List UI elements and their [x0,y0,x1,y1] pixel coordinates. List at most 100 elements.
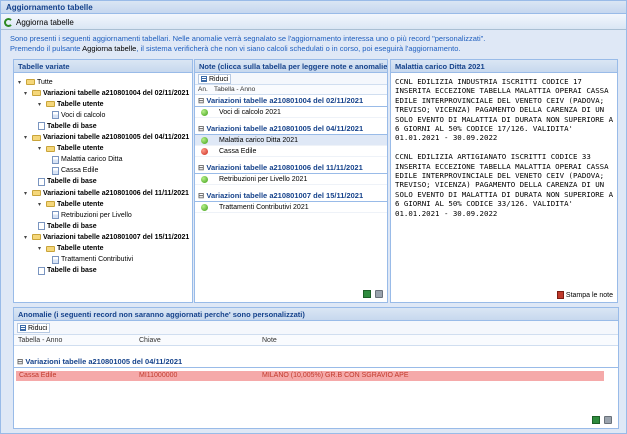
notes-row-label: Trattamenti Contributivi 2021 [219,203,309,211]
expand-toggle-icon[interactable]: ⊟ [17,357,23,366]
tree-node-label: Variazioni tabelle a210801007 del 15/11/… [43,233,190,241]
expand-arrow-icon[interactable]: ▾ [38,245,44,252]
status-ok-icon [201,175,208,183]
notes-group[interactable]: ⊟ Variazioni tabelle a210801004 del 02/1… [195,95,387,107]
expand-arrow-icon[interactable]: ▾ [24,190,30,197]
folder-icon [46,101,55,108]
collapse-anomalies-label: Riduci [28,324,48,332]
tree-node-label: Variazioni tabelle a210801006 del 11/11/… [43,189,189,197]
info-line-2: Premendo il pulsante Aggiorna tabelle, i… [10,44,620,54]
tree-folder-node[interactable]: ▾ Variazioni tabelle a210801006 del 11/11… [24,188,189,198]
document-icon [38,266,45,275]
excel-export-icon[interactable] [363,290,371,298]
expand-arrow-icon[interactable]: ▾ [38,145,44,152]
tree-leaf-node[interactable]: Retribuzioni per Livello [52,210,132,220]
document-icon [38,222,45,231]
notes-row[interactable]: Cassa Edile [195,146,387,157]
anomalies-panel: Anomalie (i seguenti record non saranno … [13,307,619,429]
tree-leaf-node[interactable]: Tabelle di base [38,266,97,276]
notes-row[interactable]: Trattamenti Contributivi 2021 [195,202,387,213]
tree-folder-node[interactable]: ▾ Tabelle utente [38,144,104,154]
print-icon[interactable] [375,290,383,298]
tree-node-label: Tabelle di base [47,178,97,186]
table-icon [52,211,59,220]
notes-group[interactable]: ⊟ Variazioni tabelle a210801005 del 04/1… [195,123,387,135]
tree-node-label: Malattia carico Ditta [61,156,123,164]
tree-node-label: Tabelle di base [47,122,97,130]
tree-folder-node[interactable]: ▾ Tabelle utente [38,244,104,254]
excel-export-icon[interactable] [592,416,600,424]
status-ok-icon [201,203,208,211]
tree-leaf-node[interactable]: Cassa Edile [52,166,98,176]
notes-row[interactable]: Voci di calcolo 2021 [195,107,387,118]
tree-node-label: Trattamenti Contributivi [61,256,134,264]
tree-node-label: Variazioni tabelle a210801005 del 04/11/… [43,134,190,141]
tree-leaf-node[interactable]: Trattamenti Contributivi [52,255,133,265]
tree-node-label: Tabelle di base [47,267,97,275]
col-table-header[interactable]: Tabella - Anno [211,85,255,94]
update-tables-button[interactable]: Aggiorna tabelle [4,16,74,28]
folder-icon [32,190,41,196]
print-notes-button[interactable]: Stampa le note [556,291,613,299]
note-text: CCNL EDILIZIA INDUSTRIA ISCRITTI CODICE … [395,77,614,218]
tree-leaf-node[interactable]: Tabelle di base [38,221,97,231]
tree-folder-node[interactable]: ▾ Tabelle utente [38,199,104,209]
notes-row[interactable]: Retribuzioni per Livello 2021 [195,174,387,185]
tree-node-label: Tutte [37,78,53,86]
print-notes-label: Stampa le note [565,291,613,299]
col-note-header[interactable]: Note [262,335,277,345]
pdf-icon [556,291,564,299]
tree-folder-node[interactable]: ▾ Variazioni tabelle a210801005 del 04/11… [24,133,189,143]
detail-panel: Malattia carico Ditta 2021 CCNL EDILIZIA… [390,59,618,303]
refresh-icon [4,17,13,27]
notes-group[interactable]: ⊟ Variazioni tabelle a210801007 del 15/1… [195,190,387,202]
collapse-notes-button[interactable]: Riduci [198,74,232,84]
tree-node-label: Retribuzioni per Livello [61,211,132,219]
notes-row[interactable]: Malattia carico Ditta 2021 [195,135,387,146]
info-line-2-pre: Premendo il pulsante [10,44,83,53]
col-table-header[interactable]: Tabella - Anno [14,335,139,345]
anomalies-group[interactable]: ⊟ Variazioni tabelle a210801005 del 04/1… [14,356,618,368]
tree-node-label: Tabelle di base [47,222,97,230]
window-title: Aggiornamento tabelle [1,1,626,14]
tree-leaf-node[interactable]: Tabelle di base [38,177,97,187]
tree-folder-node[interactable]: ▾ Variazioni tabelle a210801004 del 02/11… [24,88,189,98]
notes-grid-body: ⊟ Variazioni tabelle a210801004 del 02/1… [195,95,387,218]
expand-arrow-icon[interactable]: ▾ [38,201,44,208]
expand-arrow-icon[interactable]: ▾ [18,79,24,86]
tree-folder-node[interactable]: ▾ Variazioni tabelle a210801007 del 15/11… [24,232,189,242]
notes-group[interactable]: ⊟ Variazioni tabelle a210801006 del 11/1… [195,162,387,174]
tree-folder-node[interactable]: ▾ Tabelle utente [38,99,104,109]
expand-arrow-icon[interactable]: ▾ [38,101,44,108]
grid-icon [20,325,26,331]
expand-arrow-icon[interactable]: ▾ [24,234,30,241]
tree-node-label: Tabelle utente [57,200,104,208]
notes-row-label: Voci di calcolo 2021 [219,108,281,116]
collapse-anomalies-button[interactable]: Riduci [17,323,51,333]
anomaly-key: MI11000000 [139,372,178,379]
notes-row-label: Cassa Edile [219,147,257,155]
expand-arrow-icon[interactable]: ▾ [24,134,30,141]
tree-leaf-node[interactable]: Voci di calcolo [52,110,105,120]
document-icon [38,122,45,131]
tree-leaf-node[interactable]: Tabelle di base [38,121,97,131]
folder-icon [32,134,41,141]
tree-folder-node[interactable]: ▾ Tutte [18,77,53,87]
tree-panel: Tabelle variate ▾ Tutte ▾ Variazioni tabell… [13,59,193,303]
notes-panel-title: Note (clicca sulla tabella per leggere n… [195,60,387,73]
col-key-header[interactable]: Chiave [139,335,262,345]
collapse-notes-label: Riduci [209,75,229,83]
tree-leaf-node[interactable]: Malattia carico Ditta [52,155,122,165]
expand-arrow-icon[interactable]: ▾ [24,90,30,97]
col-an-header[interactable]: An. [195,85,211,94]
print-icon[interactable] [604,416,612,424]
anomaly-table: Cassa Edile [19,372,57,379]
table-icon [52,255,59,264]
status-ok-icon [201,108,208,116]
tree-node-label: Variazioni tabelle a210801004 del 02/11/… [43,89,190,97]
tree-node-label: Cassa Edile [61,167,99,175]
anomalies-panel-title: Anomalie (i seguenti record non saranno … [14,308,618,321]
anomaly-row[interactable]: Cassa Edile MI11000000 MILANO (10,005%) … [16,371,604,381]
folder-icon [46,201,55,208]
